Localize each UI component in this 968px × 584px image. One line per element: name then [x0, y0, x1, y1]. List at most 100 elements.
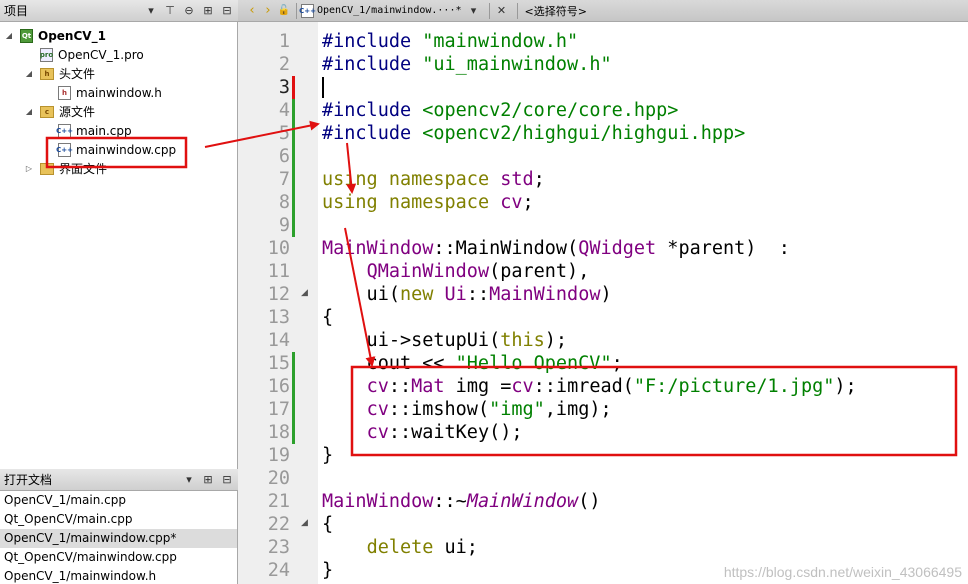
expand-arrow-icon[interactable]: ◢	[4, 31, 14, 40]
line-number: 23	[267, 537, 290, 558]
project-panel-title: 项目	[4, 4, 29, 18]
line-number: 5	[278, 123, 290, 144]
code-line: MainWindow::MainWindow(QWidget *parent) …	[322, 238, 790, 259]
tree-item-sources[interactable]: ◢ c 源文件	[24, 102, 95, 121]
tree-item-main-cpp[interactable]: C++ main.cpp	[56, 121, 132, 140]
line-number: 1	[278, 31, 290, 52]
open-document-item[interactable]: Qt_OpenCV/main.cpp	[0, 510, 237, 529]
symbol-selector[interactable]: <选择符号>	[525, 3, 587, 19]
tree-item-headers[interactable]: ◢ h 头文件	[24, 64, 95, 83]
line-number: 8	[278, 192, 290, 213]
added-lines-marker	[292, 352, 295, 444]
line-number: 11	[267, 261, 290, 282]
divider	[488, 2, 490, 19]
code-line: using namespace std;	[322, 169, 545, 190]
line-number: 14	[267, 330, 290, 351]
code-line: cv::imshow("img",img);	[366, 399, 612, 420]
tree-item-mainwindow-h[interactable]: h mainwindow.h	[58, 83, 162, 102]
open-document-item[interactable]: OpenCV_1/main.cpp	[0, 491, 237, 510]
project-panel-header: 项目 ▾ ⊤ ⊖ ⊞ ⊟	[0, 0, 238, 22]
code-line: #include "ui_mainwindow.h"	[322, 54, 612, 75]
link-icon[interactable]: ⊖	[181, 3, 197, 19]
open-document-item[interactable]: Qt_OpenCV/mainwindow.cpp	[0, 548, 237, 567]
fold-marker-icon[interactable]: ◢	[301, 288, 308, 298]
expand-arrow-icon[interactable]: ◢	[24, 69, 34, 78]
tree-item-pro-file[interactable]: pro OpenCV_1.pro	[40, 45, 144, 64]
qt-project-icon: Qt	[20, 28, 33, 43]
expand-arrow-icon[interactable]: ◢	[24, 107, 34, 116]
line-number: 13	[267, 307, 290, 328]
close-panel-icon[interactable]: ⊟	[219, 3, 235, 19]
folder-icon: c	[40, 105, 54, 118]
code-line: {	[322, 514, 334, 535]
open-document-item[interactable]: OpenCV_1/mainwindow.h	[0, 567, 237, 584]
code-line: delete ui;	[366, 537, 478, 558]
chevron-down-icon[interactable]: ▾	[466, 3, 482, 19]
line-number: 9	[278, 215, 290, 236]
filter-icon[interactable]: ⊤	[162, 3, 178, 19]
line-number: 24	[267, 560, 290, 581]
code-line: MainWindow::~MainWindow()	[322, 491, 601, 512]
line-number: 22	[267, 514, 290, 535]
code-line: }	[322, 560, 334, 581]
close-panel-icon[interactable]: ⊟	[219, 472, 235, 488]
cpp-file-icon: C++	[56, 123, 73, 138]
tree-item-mainwindow-cpp[interactable]: C++ mainwindow.cpp	[56, 140, 176, 159]
split-icon[interactable]: ⊞	[200, 472, 216, 488]
code-line: cout << "Hello OpenCV";	[322, 353, 623, 374]
open-documents-header: 打开文档 ▾ ⊞ ⊟	[0, 469, 238, 491]
cpp-file-icon: C++	[56, 142, 73, 157]
forward-icon[interactable]: ›	[260, 2, 276, 20]
folder-icon	[40, 162, 54, 175]
open-documents-list: OpenCV_1/main.cpp Qt_OpenCV/main.cpp Ope…	[0, 491, 238, 584]
lock-icon[interactable]: 🔓	[276, 2, 292, 20]
code-line: {	[322, 307, 334, 328]
open-document-item[interactable]: OpenCV_1/mainwindow.cpp*	[0, 529, 237, 548]
line-number: 17	[267, 399, 290, 420]
line-number-gutter: 1 2 3 4 5 6 7 8 9 10 11 12 13 14 15 16 1…	[238, 22, 318, 584]
line-number: 16	[267, 376, 290, 397]
code-line: cv::waitKey();	[366, 422, 523, 443]
cpp-file-icon: C++	[299, 3, 316, 18]
code-line: #include "mainwindow.h"	[322, 31, 579, 52]
dropdown-icon[interactable]: ▾	[181, 472, 197, 488]
line-number: 6	[278, 146, 290, 167]
code-editor[interactable]: #include "mainwindow.h" #include "ui_mai…	[318, 22, 968, 584]
header-file-icon: h	[58, 85, 71, 100]
dropdown-icon[interactable]: ▾	[143, 3, 159, 19]
fold-marker-icon[interactable]: ◢	[301, 518, 308, 528]
code-line: #include <opencv2/highgui/highgui.hpp>	[322, 123, 746, 144]
split-icon[interactable]: ⊞	[200, 3, 216, 19]
open-documents-title: 打开文档	[4, 473, 53, 487]
text-cursor	[322, 77, 324, 98]
tree-item-project[interactable]: ◢ Qt OpenCV_1	[0, 26, 106, 45]
close-icon[interactable]: ✕	[494, 3, 510, 19]
code-line: using namespace cv;	[322, 192, 534, 213]
line-number: 12	[267, 284, 290, 305]
watermark: https://blog.csdn.net/weixin_43066495	[723, 564, 962, 580]
line-number: 20	[267, 468, 290, 489]
code-line: ui(new Ui::MainWindow)	[322, 284, 612, 305]
tree-item-forms[interactable]: ▷ 界面文件	[24, 159, 107, 178]
current-file-label[interactable]: OpenCV_1/mainwindow.···*	[317, 5, 462, 16]
collapse-arrow-icon[interactable]: ▷	[24, 164, 34, 173]
line-number: 2	[278, 54, 290, 75]
code-line: }	[322, 445, 334, 466]
folder-icon: h	[40, 67, 54, 80]
added-lines-marker	[292, 99, 295, 237]
line-number: 21	[267, 491, 290, 512]
editor-toolbar: ‹ › 🔓 C++ OpenCV_1/mainwindow.···* ▾ ✕ <…	[238, 0, 968, 22]
code-line: cv::Mat img =cv::imread("F:/picture/1.jp…	[366, 376, 857, 397]
line-number: 7	[278, 169, 290, 190]
line-number: 10	[267, 238, 290, 259]
line-number: 18	[267, 422, 290, 443]
back-icon[interactable]: ‹	[244, 2, 260, 20]
line-number: 15	[267, 353, 290, 374]
project-tree: ◢ Qt OpenCV_1 pro OpenCV_1.pro ◢ h 头文件 h…	[0, 22, 238, 469]
line-number: 19	[267, 445, 290, 466]
code-line: QMainWindow(parent),	[366, 261, 590, 282]
pro-file-icon: pro	[40, 47, 53, 62]
line-number: 4	[278, 100, 290, 121]
line-number: 3	[278, 77, 290, 98]
code-line: #include <opencv2/core/core.hpp>	[322, 100, 679, 121]
